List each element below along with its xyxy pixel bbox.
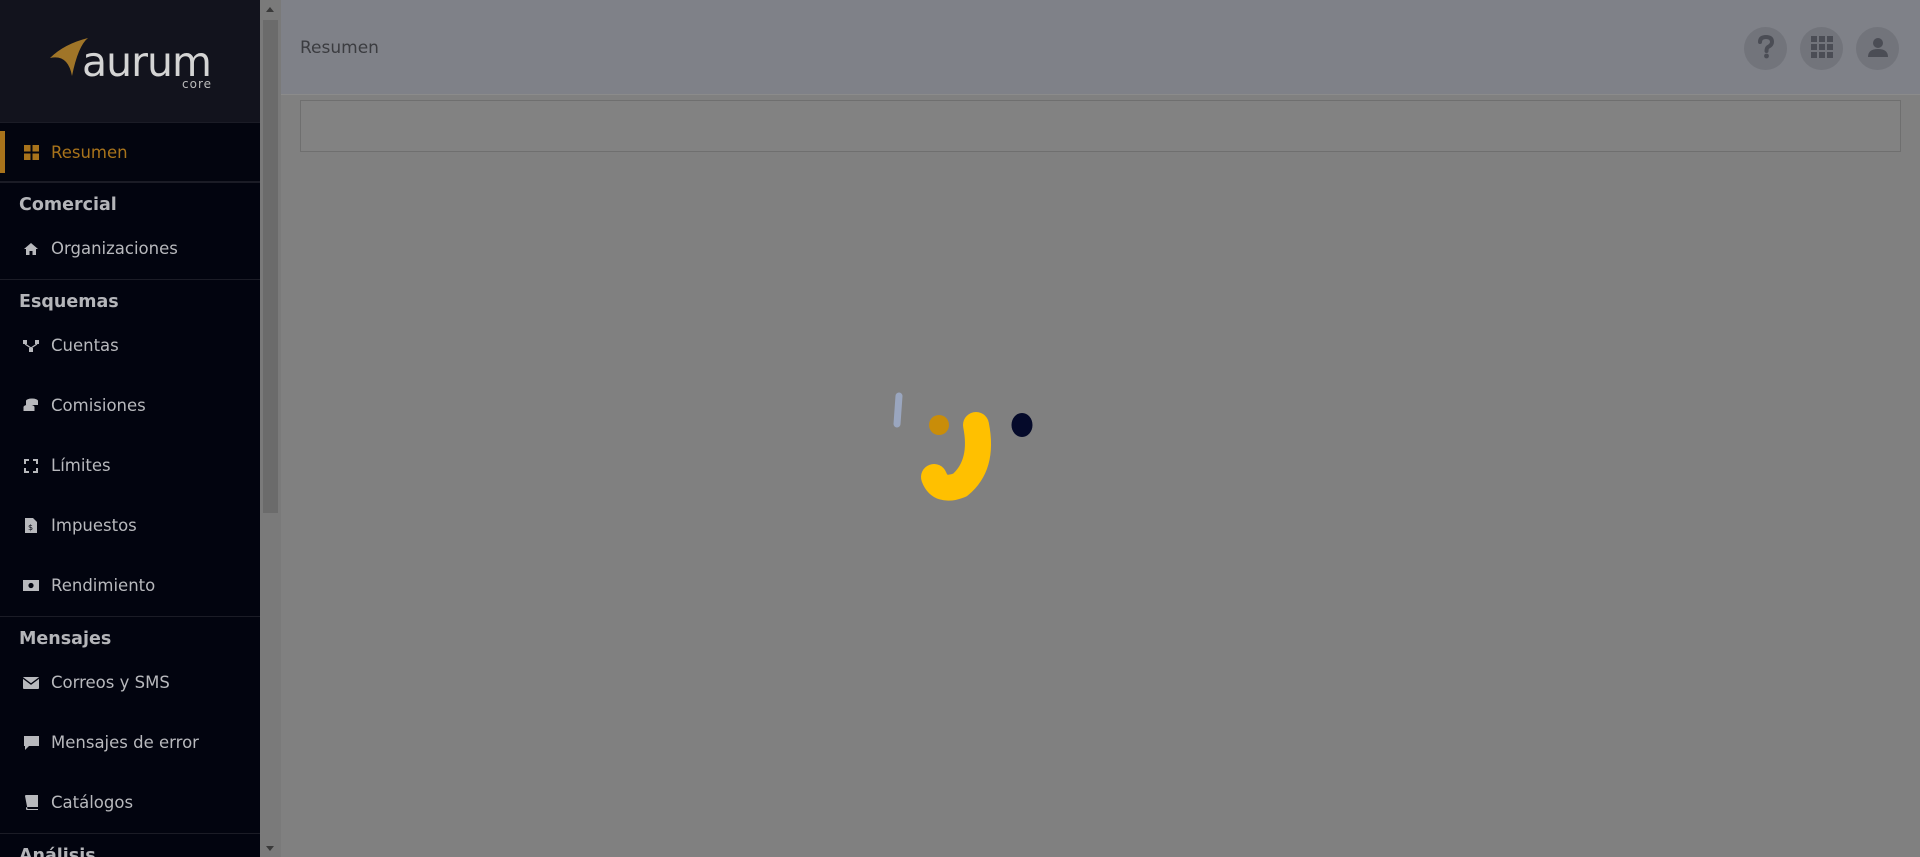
sidebar-item-label: Catálogos <box>51 793 134 812</box>
sidebar-item-label: Límites <box>51 456 111 475</box>
section-mensajes: Mensajes <box>0 616 260 653</box>
receipt-icon: $ <box>23 518 39 534</box>
user-menu-button[interactable] <box>1856 27 1899 70</box>
home-icon <box>23 241 39 257</box>
scroll-up-arrow-icon[interactable] <box>266 7 274 12</box>
network-icon <box>23 338 39 354</box>
sidebar: aurum core Resumen Comercial Organizacio… <box>0 0 260 857</box>
sidebar-item-rendimiento[interactable]: Rendimiento <box>0 556 260 616</box>
sidebar-scrollbar[interactable] <box>260 0 281 857</box>
loading-spinner <box>880 385 1040 505</box>
sidebar-item-correos[interactable]: Correos y SMS <box>0 653 260 713</box>
sidebar-item-label: Rendimiento <box>51 576 156 595</box>
envelope-icon <box>23 675 39 691</box>
sidebar-item-label: Organizaciones <box>51 239 178 258</box>
comment-icon <box>23 735 39 751</box>
help-icon <box>1756 34 1776 63</box>
sidebar-item-label: Comisiones <box>51 396 146 415</box>
loader-navy-dot-icon <box>1011 413 1033 437</box>
section-analisis: Análisis <box>0 833 260 857</box>
section-comercial: Comercial <box>0 182 260 219</box>
brand-logo[interactable]: aurum core <box>0 0 260 122</box>
expand-icon <box>23 458 39 474</box>
apps-button[interactable] <box>1800 27 1843 70</box>
apps-grid-icon <box>1810 35 1833 62</box>
sidebar-item-label: Impuestos <box>51 516 137 535</box>
sidebar-item-label: Correos y SMS <box>51 673 170 692</box>
brand-subtitle: core <box>182 77 212 91</box>
svg-text:$: $ <box>28 523 33 532</box>
sidebar-item-impuestos[interactable]: $ Impuestos <box>0 496 260 556</box>
coins-icon <box>23 398 39 414</box>
book-icon <box>23 795 39 811</box>
page-title: Resumen <box>300 38 379 58</box>
top-header: Resumen <box>281 0 1920 95</box>
sidebar-item-limites[interactable]: Límites <box>0 436 260 496</box>
sidebar-item-catalogos[interactable]: Catálogos <box>0 773 260 833</box>
scrollbar-thumb[interactable] <box>263 20 278 513</box>
sidebar-item-cuentas[interactable]: Cuentas <box>0 316 260 376</box>
grid-icon <box>23 144 39 160</box>
sidebar-item-mensajes-error[interactable]: Mensajes de error <box>0 713 260 773</box>
sidebar-item-label: Resumen <box>51 142 128 162</box>
loader-dash-icon <box>893 392 903 428</box>
content-panel <box>300 100 1901 152</box>
sidebar-item-resumen[interactable]: Resumen <box>0 122 260 182</box>
loader-dot-icon <box>929 415 949 435</box>
user-icon <box>1867 37 1888 61</box>
sidebar-item-organizaciones[interactable]: Organizaciones <box>0 219 260 279</box>
sidebar-item-label: Mensajes de error <box>51 733 199 752</box>
sidebar-item-label: Cuentas <box>51 336 119 355</box>
money-icon <box>23 578 39 594</box>
sidebar-item-comisiones[interactable]: Comisiones <box>0 376 260 436</box>
help-button[interactable] <box>1744 27 1787 70</box>
section-esquemas: Esquemas <box>0 279 260 316</box>
scroll-down-arrow-icon[interactable] <box>266 846 274 851</box>
